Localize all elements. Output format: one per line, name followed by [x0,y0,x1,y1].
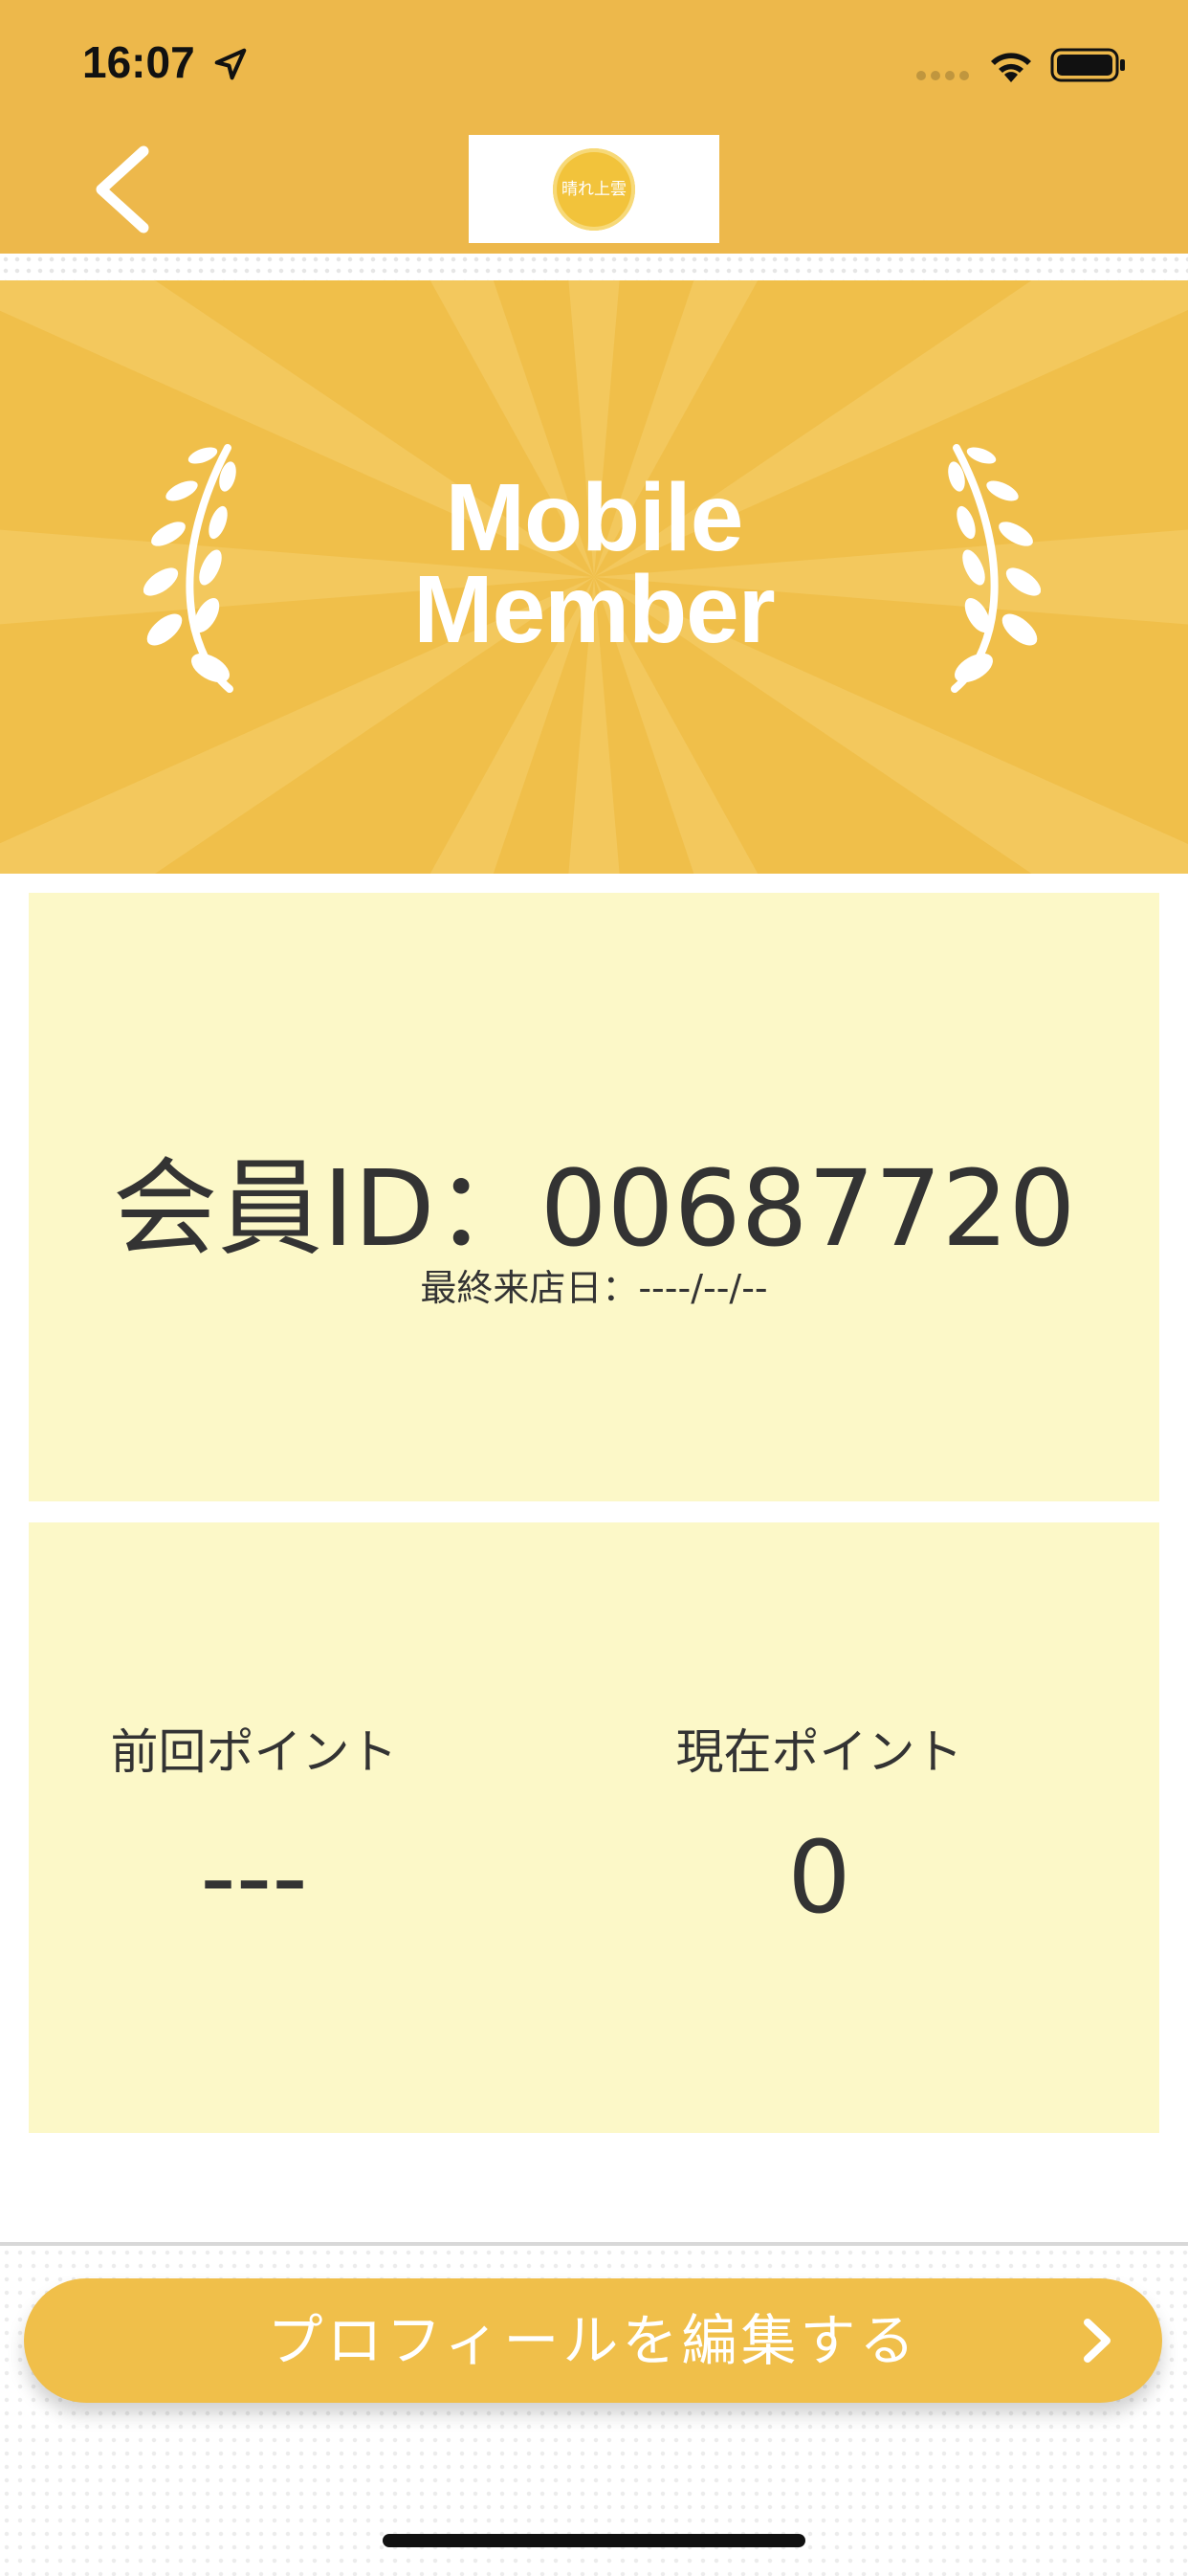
hero-title-line1: Mobile [445,464,744,571]
wifi-icon [991,53,1031,82]
edit-profile-button[interactable]: プロフィールを編集する [24,2278,1162,2403]
edit-profile-label: プロフィールを編集する [267,2308,919,2373]
status-bar: 16:07 [0,0,1188,124]
last-visit-date: 最終来店日：----/--/-- [420,1267,768,1309]
member-id: 会員ID：00687720 [112,1147,1076,1270]
chevron-right-icon [1084,2319,1111,2363]
hero-title-line2: Member [413,556,775,663]
status-time: 16:07 [82,37,195,87]
cellular-signal-icon [916,71,969,80]
bottom-action-area: プロフィールを編集する [0,2242,1188,2576]
current-points-label: 現在ポイント [675,1724,963,1780]
location-arrow-icon [214,48,247,80]
dotted-divider [0,254,1188,280]
member-id-card: 会員ID：00687720 最終来店日：----/--/-- [29,893,1159,1501]
nav-bar: 晴れ上雲 [0,124,1188,254]
store-logo: 晴れ上雲 [469,135,719,243]
back-chevron-icon[interactable] [88,142,165,237]
logo-text: 晴れ上雲 [561,179,627,199]
previous-points-value: --- [200,1819,308,1936]
points-card: 前回ポイント --- 現在ポイント 0 [29,1522,1159,2133]
logo-emblem: 晴れ上雲 [553,147,635,231]
previous-points: 前回ポイント --- [29,1522,594,2133]
previous-points-label: 前回ポイント [110,1724,398,1780]
hero-title: Mobile Member [0,464,1188,663]
battery-icon [1050,48,1125,82]
current-points-value: 0 [787,1819,851,1936]
member-hero-banner: Mobile Member [0,280,1188,874]
home-indicator [383,2534,805,2547]
current-points: 現在ポイント 0 [594,1522,1159,2133]
